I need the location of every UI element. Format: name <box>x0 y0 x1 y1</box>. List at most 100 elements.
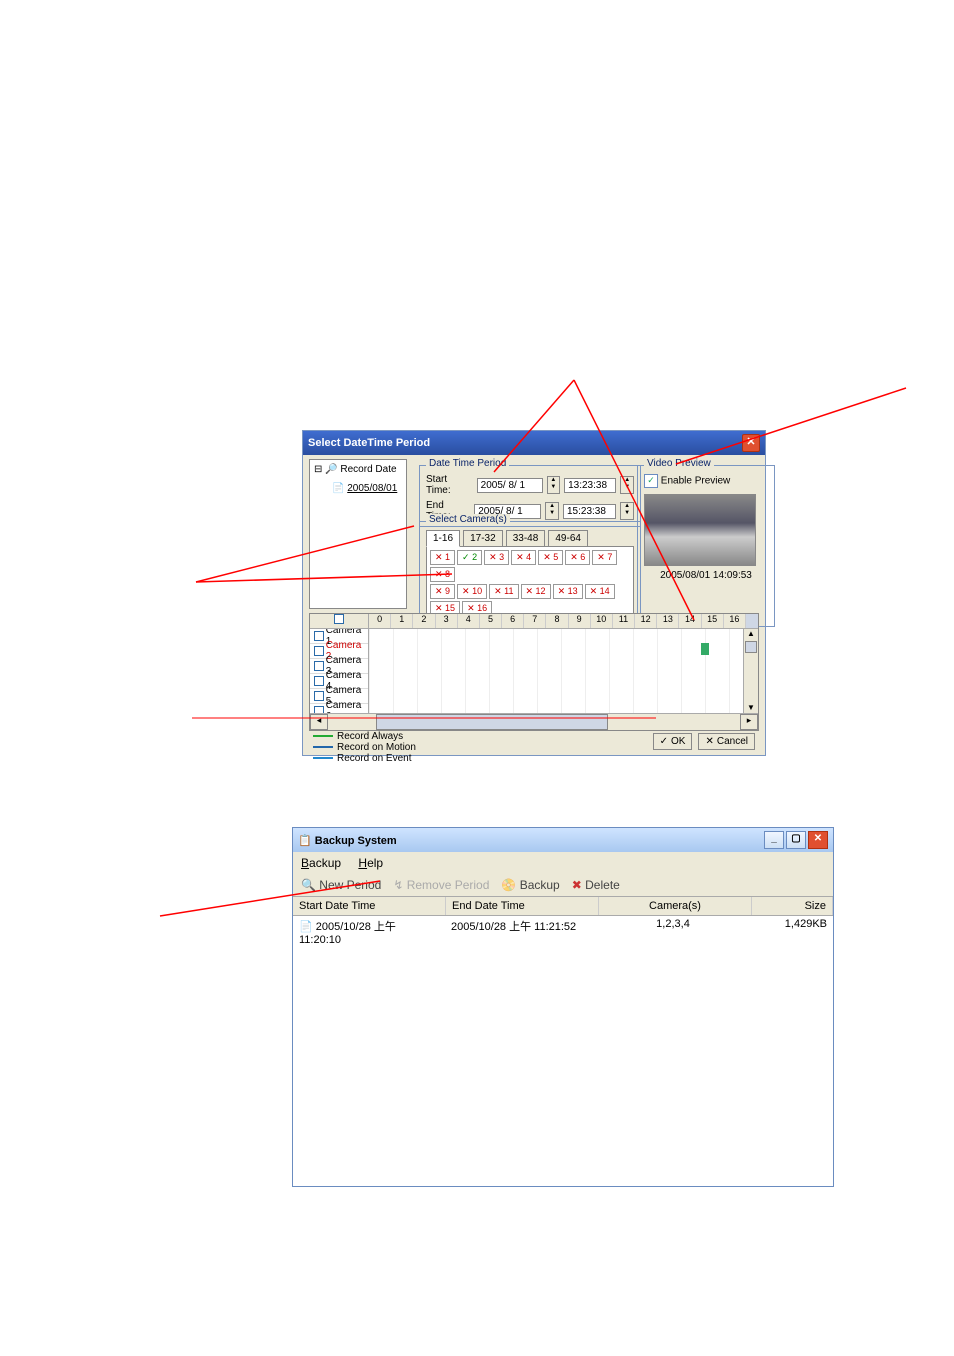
record-date-tree[interactable]: ⊟ 🔎 Record Date 📄 2005/08/01 <box>309 459 407 609</box>
col-start[interactable]: Start Date Time <box>293 897 446 915</box>
spinner-icon[interactable]: ▲▼ <box>545 502 559 520</box>
window-controls: _ ▢ ✕ <box>764 831 828 849</box>
camera-toggle[interactable]: ✕ 5 <box>538 550 563 565</box>
camera-toggle[interactable]: ✕ 10 <box>457 584 487 599</box>
camera-icon <box>314 631 324 641</box>
new-period-button[interactable]: 🔍 New Period <box>301 878 381 892</box>
hour-tick: 7 <box>524 614 546 628</box>
scroll-thumb[interactable] <box>376 714 608 730</box>
remove-period-button: ↯ Remove Period <box>393 878 489 892</box>
camera-toggle[interactable]: ✓ 2 <box>457 550 482 565</box>
end-time-input[interactable]: 15:23:38 <box>563 504 616 519</box>
start-row: Start Time: 2005/ 8/ 1▲▼ 13:23:38▲▼ <box>426 474 634 496</box>
backup-header-row: Start Date Time End Date Time Camera(s) … <box>293 896 833 916</box>
camera-icon <box>314 691 324 701</box>
col-size[interactable]: Size <box>752 897 833 915</box>
hscroll[interactable]: ◂ ▸ <box>310 713 758 730</box>
tree-date[interactable]: 📄 2005/08/01 <box>310 479 406 498</box>
scroll-left-icon[interactable]: ◂ <box>310 714 328 730</box>
camera-toggle[interactable]: ✕ 3 <box>484 550 509 565</box>
timeline-clip[interactable] <box>701 643 709 655</box>
timeline-ruler: 012345678910111213141516 <box>310 614 758 629</box>
camera-toggle[interactable]: ✕ 14 <box>585 584 615 599</box>
hour-tick: 11 <box>613 614 635 628</box>
backup-system-window: 📋 Backup System _ ▢ ✕ Backup Help 🔍 New … <box>292 827 834 1187</box>
tab-17-32[interactable]: 17-32 <box>463 530 503 547</box>
minimize-icon[interactable]: _ <box>764 831 784 849</box>
datetime-period-legend: Date Time Period <box>426 458 509 469</box>
vscroll[interactable]: ▲ ▼ <box>743 629 758 713</box>
cancel-button[interactable]: ✕ Cancel <box>698 733 755 750</box>
enable-preview-row: ✓ Enable Preview <box>644 474 768 488</box>
camera-tabs: 1-16 17-32 33-48 49-64 <box>426 530 634 547</box>
select-cameras-legend: Select Camera(s) <box>426 514 510 525</box>
hour-tick: 14 <box>679 614 701 628</box>
backup-title: 📋 Backup System <box>298 834 397 847</box>
tab-33-48[interactable]: 33-48 <box>506 530 546 547</box>
menu-bar: Backup Help <box>293 852 833 874</box>
spinner-icon[interactable]: ▲▼ <box>547 476 561 494</box>
menu-help[interactable]: Help <box>358 856 383 870</box>
hour-tick: 2 <box>413 614 435 628</box>
tab-49-64[interactable]: 49-64 <box>548 530 588 547</box>
camera-icon <box>314 676 324 686</box>
col-end[interactable]: End Date Time <box>446 897 599 915</box>
video-preview-group: Video Preview ✓ Enable Preview 2005/08/0… <box>637 465 775 627</box>
camera-toggle[interactable]: ✕ 4 <box>511 550 536 565</box>
hour-tick: 13 <box>657 614 679 628</box>
zoom-icon[interactable] <box>746 614 758 628</box>
calendar-icon[interactable] <box>334 614 344 624</box>
record-legend: Record Always Record on Motion Record on… <box>313 731 416 764</box>
maximize-icon[interactable]: ▢ <box>786 831 806 849</box>
hour-tick: 10 <box>591 614 613 628</box>
camera-toggle[interactable]: ✕ 8 <box>430 567 455 582</box>
camera-toggle[interactable]: ✕ 9 <box>430 584 455 599</box>
dialog-titlebar: Select DateTime Period ✕ <box>303 431 765 455</box>
camera-icon <box>314 646 324 656</box>
spinner-icon[interactable]: ▲▼ <box>620 476 634 494</box>
camera-toggle[interactable]: ✕ 13 <box>553 584 583 599</box>
enable-preview-checkbox[interactable]: ✓ <box>644 474 658 488</box>
hour-tick: 16 <box>724 614 746 628</box>
camera-grid: ✕ 1✓ 2✕ 3✕ 4✕ 5✕ 6✕ 7 ✕ 8 ✕ 9✕ 10✕ 11✕ 12… <box>426 546 634 620</box>
timeline-grid[interactable] <box>369 629 743 713</box>
camera-toggle[interactable]: ✕ 12 <box>521 584 551 599</box>
hour-tick: 15 <box>702 614 724 628</box>
hour-tick: 0 <box>369 614 391 628</box>
hour-tick: 8 <box>546 614 568 628</box>
camera-toggle[interactable]: ✕ 11 <box>489 584 518 599</box>
start-date-input[interactable]: 2005/ 8/ 1 <box>477 478 543 493</box>
preview-image <box>644 494 756 566</box>
tree-root[interactable]: ⊟ 🔎 Record Date <box>310 460 406 479</box>
camera-toggle[interactable]: ✕ 1 <box>430 550 455 565</box>
dialog-title: Select DateTime Period <box>308 437 430 449</box>
camera-toggle[interactable]: ✕ 7 <box>592 550 617 565</box>
backup-row[interactable]: 📄 2005/10/28 上午 11:20:10 2005/10/28 上午 1… <box>293 916 833 948</box>
delete-button[interactable]: ✖ Delete <box>572 878 620 892</box>
toolbar: 🔍 New Period ↯ Remove Period 📀 Backup ✖ … <box>293 874 833 896</box>
select-cameras-group: Select Camera(s) 1-16 17-32 33-48 49-64 … <box>419 521 641 627</box>
backup-titlebar: 📋 Backup System _ ▢ ✕ <box>293 828 833 852</box>
scroll-right-icon[interactable]: ▸ <box>740 714 758 730</box>
camera-icon <box>314 661 324 671</box>
preview-timestamp: 2005/08/01 14:09:53 <box>644 570 768 581</box>
tab-1-16[interactable]: 1-16 <box>426 530 460 547</box>
close-icon[interactable]: ✕ <box>808 831 828 849</box>
camera-toggle[interactable]: ✕ 6 <box>565 550 590 565</box>
hour-tick: 6 <box>502 614 524 628</box>
spinner-icon[interactable]: ▲▼ <box>620 502 634 520</box>
hour-tick: 1 <box>391 614 413 628</box>
start-time-input[interactable]: 13:23:38 <box>564 478 616 493</box>
hour-tick: 4 <box>458 614 480 628</box>
timeline-body: Camera 1Camera 2Camera 3Camera 4Camera 5… <box>310 629 758 713</box>
hour-tick: 3 <box>436 614 458 628</box>
ok-button[interactable]: ✓ OK <box>653 733 693 750</box>
camera-icon <box>314 706 324 713</box>
video-preview-legend: Video Preview <box>644 458 714 469</box>
timeline-camera-row[interactable]: Camera 6 <box>310 704 368 713</box>
menu-backup[interactable]: Backup <box>301 856 341 870</box>
col-cameras[interactable]: Camera(s) <box>599 897 752 915</box>
select-datetime-dialog: Select DateTime Period ✕ ⊟ 🔎 Record Date… <box>302 430 766 756</box>
close-icon[interactable]: ✕ <box>742 434 760 452</box>
backup-button[interactable]: 📀 Backup <box>501 878 559 892</box>
